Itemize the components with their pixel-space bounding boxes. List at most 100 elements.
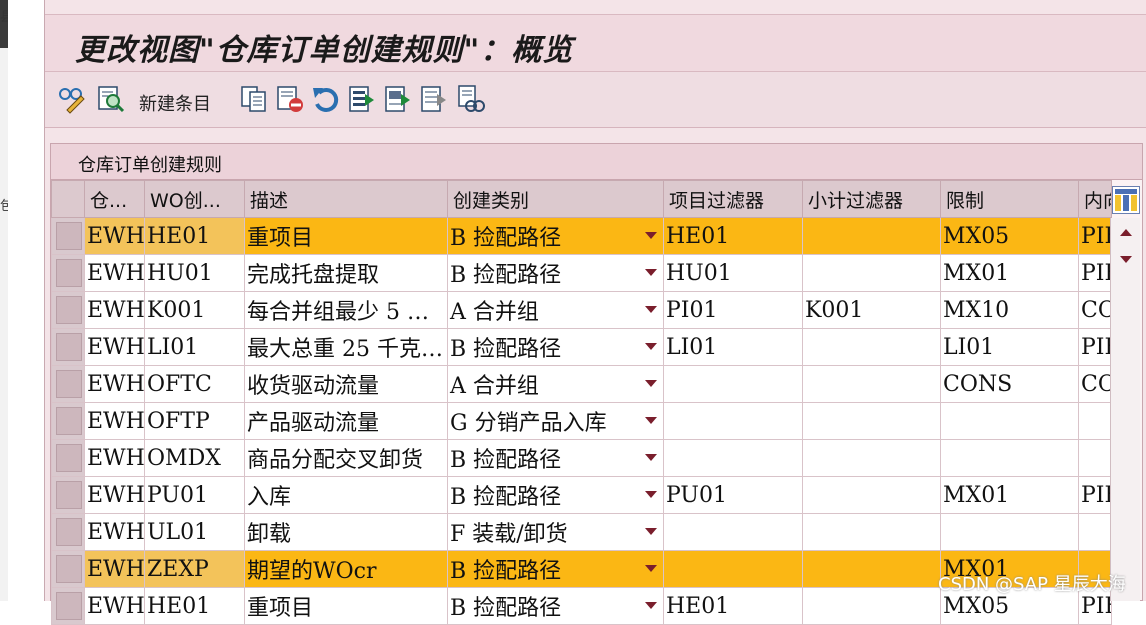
- cell-subtotal-filter[interactable]: [802, 402, 941, 440]
- print-icon[interactable]: [455, 84, 485, 114]
- cell-subtotal-filter[interactable]: [802, 254, 941, 292]
- cell-wo-rule[interactable]: HU01: [144, 254, 245, 292]
- row-selector[interactable]: [51, 217, 85, 255]
- cell-wo-rule[interactable]: ZEXP: [144, 550, 245, 588]
- cell-creation-category[interactable]: A 合并组: [447, 365, 664, 403]
- chevron-down-icon[interactable]: [645, 380, 657, 387]
- chevron-down-icon[interactable]: [645, 417, 657, 424]
- row-selector[interactable]: [51, 587, 85, 625]
- cell-warehouse[interactable]: EWH0: [84, 439, 145, 477]
- cell-description[interactable]: 产品驱动流量: [244, 402, 448, 440]
- cell-creation-category[interactable]: B 捡配路径: [447, 439, 664, 477]
- cell-description[interactable]: 商品分配交叉卸货: [244, 439, 448, 477]
- chevron-down-icon[interactable]: [645, 565, 657, 572]
- row-selector-button[interactable]: [56, 592, 82, 620]
- row-selector-button[interactable]: [56, 259, 82, 287]
- chevron-down-icon[interactable]: [645, 602, 657, 609]
- row-selector[interactable]: [51, 513, 85, 551]
- column-header-inbound[interactable]: 内向: [1078, 180, 1112, 218]
- cell-inbound[interactable]: PIF: [1078, 217, 1112, 255]
- row-selector-button[interactable]: [56, 222, 82, 250]
- select-all-icon[interactable]: [347, 84, 377, 114]
- cell-warehouse[interactable]: EWH0: [84, 513, 145, 551]
- cell-inbound[interactable]: CON: [1078, 365, 1112, 403]
- cell-item-filter[interactable]: [663, 439, 803, 477]
- cell-inbound[interactable]: [1078, 513, 1112, 551]
- table-vertical-scrollbar[interactable]: [1110, 218, 1140, 601]
- select-all-column-header[interactable]: [51, 180, 85, 218]
- table-row[interactable]: EWH0OMDX 商品分配交叉卸货 B 捡配路径: [51, 439, 1112, 477]
- cell-subtotal-filter[interactable]: [802, 365, 941, 403]
- cell-limit[interactable]: [940, 402, 1079, 440]
- cell-limit[interactable]: LI01: [940, 328, 1079, 366]
- row-selector[interactable]: [51, 365, 85, 403]
- cell-description[interactable]: 入库: [244, 476, 448, 514]
- row-selector[interactable]: [51, 328, 85, 366]
- cell-warehouse[interactable]: EWH0: [84, 365, 145, 403]
- cell-creation-category[interactable]: G 分销产品入库: [447, 402, 664, 440]
- row-selector-button[interactable]: [56, 518, 82, 546]
- table-row[interactable]: EWH0UL01 卸载 F 装载/卸货: [51, 513, 1112, 551]
- row-selector[interactable]: [51, 402, 85, 440]
- cell-limit[interactable]: [940, 439, 1079, 477]
- cell-limit[interactable]: MX10: [940, 291, 1079, 329]
- cell-warehouse[interactable]: EWH0: [84, 328, 145, 366]
- cell-creation-category[interactable]: B 捡配路径: [447, 328, 664, 366]
- cell-subtotal-filter[interactable]: [802, 550, 941, 588]
- cell-limit[interactable]: MX01: [940, 254, 1079, 292]
- column-header-creation-category[interactable]: 创建类别: [447, 180, 664, 218]
- cell-creation-category[interactable]: B 捡配路径: [447, 254, 664, 292]
- cell-limit[interactable]: MX05: [940, 217, 1079, 255]
- cell-item-filter[interactable]: LI01: [663, 328, 803, 366]
- cell-wo-rule[interactable]: PU01: [144, 476, 245, 514]
- delete-icon[interactable]: [275, 84, 305, 114]
- chevron-down-icon[interactable]: [645, 232, 657, 239]
- cell-wo-rule[interactable]: OMDX: [144, 439, 245, 477]
- scroll-down-button[interactable]: [1111, 248, 1141, 272]
- cell-creation-category[interactable]: F 装载/卸货: [447, 513, 664, 551]
- table-row[interactable]: EWH0LI01最大总重 25 千克的...B 捡配路径LI01LI01PIF: [51, 328, 1112, 366]
- cell-warehouse[interactable]: EWH0: [84, 402, 145, 440]
- cell-creation-category[interactable]: B 捡配路径: [447, 587, 664, 625]
- cell-inbound[interactable]: PIF: [1078, 254, 1112, 292]
- cell-description[interactable]: 完成托盘提取: [244, 254, 448, 292]
- cell-description[interactable]: 期望的WOcr: [244, 550, 448, 588]
- cell-inbound[interactable]: PIF: [1078, 476, 1112, 514]
- cell-warehouse[interactable]: EWH0: [84, 291, 145, 329]
- row-selector-button[interactable]: [56, 407, 82, 435]
- cell-limit[interactable]: MX01: [940, 476, 1079, 514]
- table-row[interactable]: EWH0OFTC 收货驱动流量 A 合并组 CONS CON: [51, 365, 1112, 403]
- scroll-up-button[interactable]: [1111, 220, 1141, 244]
- cell-description[interactable]: 重项目: [244, 587, 448, 625]
- deselect-all-icon[interactable]: [419, 84, 449, 114]
- cell-warehouse[interactable]: EWH0: [84, 217, 145, 255]
- row-selector[interactable]: [51, 254, 85, 292]
- cell-item-filter[interactable]: HE01: [663, 587, 803, 625]
- cell-wo-rule[interactable]: K001: [144, 291, 245, 329]
- cell-wo-rule[interactable]: UL01: [144, 513, 245, 551]
- cell-creation-category[interactable]: A 合并组: [447, 291, 664, 329]
- details-icon[interactable]: [95, 84, 125, 114]
- cell-subtotal-filter[interactable]: [802, 439, 941, 477]
- cell-description[interactable]: 卸载: [244, 513, 448, 551]
- cell-creation-category[interactable]: B 捡配路径: [447, 476, 664, 514]
- cell-creation-category[interactable]: B 捡配路径: [447, 550, 664, 588]
- cell-subtotal-filter[interactable]: [802, 587, 941, 625]
- table-row[interactable]: EWH0OFTP 产品驱动流量 G 分销产品入库: [51, 402, 1112, 440]
- row-selector-button[interactable]: [56, 333, 82, 361]
- column-header-description[interactable]: 描述: [244, 180, 448, 218]
- cell-item-filter[interactable]: [663, 550, 803, 588]
- cell-description[interactable]: 收货驱动流量: [244, 365, 448, 403]
- row-selector[interactable]: [51, 291, 85, 329]
- cell-item-filter[interactable]: HU01: [663, 254, 803, 292]
- row-selector-button[interactable]: [56, 555, 82, 583]
- cell-wo-rule[interactable]: OFTP: [144, 402, 245, 440]
- cell-item-filter[interactable]: [663, 402, 803, 440]
- cell-subtotal-filter[interactable]: [802, 476, 941, 514]
- column-header-subtotal-filter[interactable]: 小计过滤器: [802, 180, 941, 218]
- column-header-warehouse[interactable]: 仓...: [84, 180, 145, 218]
- cell-subtotal-filter[interactable]: K001: [802, 291, 941, 329]
- cell-limit[interactable]: [940, 513, 1079, 551]
- table-row[interactable]: EWH0K001每合并组最少 5 个...A 合并组PI01K001MX10CO…: [51, 291, 1112, 329]
- cell-inbound[interactable]: PIF: [1078, 328, 1112, 366]
